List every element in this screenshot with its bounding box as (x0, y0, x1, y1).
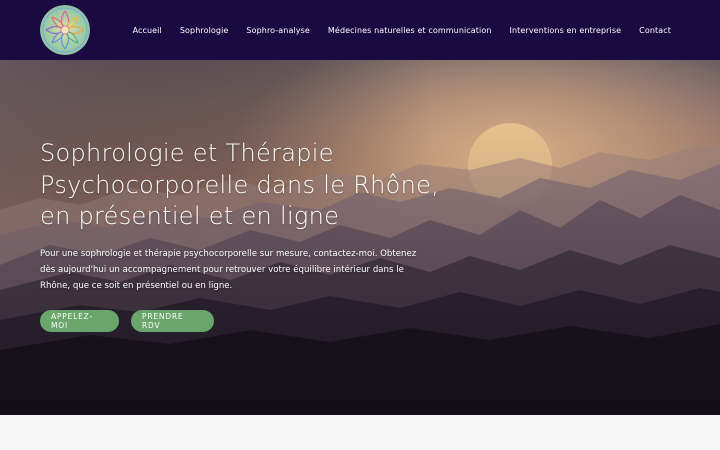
hero-description: Pour une sophrologie et thérapie psychoc… (40, 248, 417, 291)
main-nav: Accueil Sophrologie Sophro-analyse Médec… (133, 0, 671, 60)
hero-title: Sophrologie et Thérapie Psychocorporelle… (40, 139, 440, 230)
page: Accueil Sophrologie Sophro-analyse Médec… (0, 0, 720, 450)
nav-item-accueil[interactable]: Accueil (133, 26, 162, 35)
nav-item-contact[interactable]: Contact (639, 26, 671, 35)
book-appointment-button[interactable]: PRENDRE RDV (131, 309, 214, 332)
mandala-logo-icon[interactable] (40, 5, 90, 55)
mandala-logo-graphic (40, 5, 90, 55)
next-section (0, 415, 720, 450)
nav-item-sophro-analyse[interactable]: Sophro-analyse (246, 26, 310, 35)
hero-section: Sophrologie et Thérapie Psychocorporelle… (0, 60, 720, 415)
nav-item-medecines-naturelles[interactable]: Médecines naturelles et communication (328, 26, 492, 35)
nav-item-sophrologie[interactable]: Sophrologie (180, 26, 229, 35)
site-header: Accueil Sophrologie Sophro-analyse Médec… (0, 0, 720, 60)
hero-buttons: APPELEZ-MOI PRENDRE RDV (40, 309, 440, 332)
hero-content: Sophrologie et Thérapie Psychocorporelle… (40, 138, 440, 332)
nav-item-interventions-entreprise[interactable]: Interventions en entreprise (510, 26, 622, 35)
call-me-button[interactable]: APPELEZ-MOI (40, 309, 119, 332)
